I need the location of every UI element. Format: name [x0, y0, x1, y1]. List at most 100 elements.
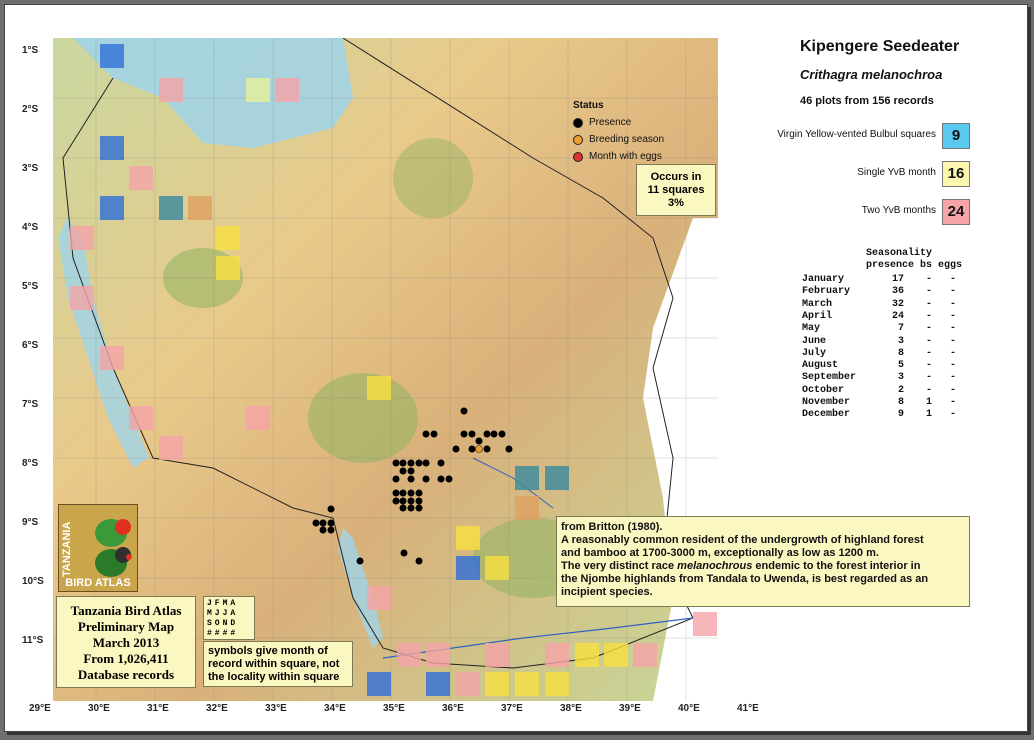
- two-yvb-square: [159, 436, 183, 460]
- seasonality-subheading: presence bs eggs: [866, 260, 963, 271]
- two-yvb-square: [100, 346, 124, 370]
- presence-cell: 36: [891, 286, 904, 298]
- breeding-icon: [573, 134, 583, 145]
- scientific-name: Crithagra melanochroa: [800, 67, 943, 82]
- latitude-label: 11°S: [22, 635, 44, 646]
- month-cell: April: [802, 310, 833, 322]
- presence-dot: [505, 445, 513, 453]
- longitude-label: 30°E: [88, 703, 110, 714]
- prelim-line: March 2013: [92, 635, 160, 650]
- eggs-icon: [573, 151, 583, 162]
- presence-dot: [483, 430, 491, 438]
- eggs-cell: -: [950, 274, 957, 285]
- two-yvb-square: [456, 672, 480, 696]
- latitude-label: 6°S: [22, 340, 39, 351]
- two-yvb-square: [188, 196, 212, 220]
- breeding-dot: [475, 445, 483, 453]
- note-text: endemic to the forest interior in: [752, 560, 921, 572]
- eggs-cell: -: [950, 298, 957, 310]
- prelim-line: Database records: [77, 667, 175, 682]
- presence-dot: [399, 497, 407, 505]
- legend-value: 16: [942, 161, 970, 187]
- eggs-cell: -: [950, 360, 957, 372]
- presence-cell: 2: [897, 384, 904, 396]
- longitude-label: 39°E: [619, 703, 641, 714]
- note-italic: melanochrous: [677, 560, 753, 572]
- preliminary-box: Tanzania Bird Atlas Preliminary Map Marc…: [56, 596, 196, 688]
- presence-dot: [327, 519, 335, 527]
- presence-dot: [483, 445, 491, 453]
- presence-dot: [437, 459, 445, 467]
- note-line: The very distinct race melanochrous ende…: [561, 560, 965, 573]
- month-cell: July: [802, 347, 827, 359]
- presence-dot: [407, 475, 415, 483]
- presence-cell: 8: [897, 347, 904, 359]
- latitude-label: 10°S: [22, 576, 44, 587]
- longitude-label: 41°E: [737, 703, 759, 714]
- presence-dot: [415, 504, 423, 512]
- longitude-label: 33°E: [265, 703, 287, 714]
- single-yvb-square: [456, 526, 480, 550]
- two-yvb-square: [275, 78, 299, 102]
- eggs-cell: -: [950, 347, 957, 359]
- presence-dot: [422, 459, 430, 467]
- legend-value: 9: [942, 123, 970, 149]
- prelim-line: Tanzania Bird Atlas: [70, 603, 182, 618]
- presence-dot: [399, 504, 407, 512]
- note-line: and bamboo at 1700-3000 m, exceptionally…: [561, 547, 879, 559]
- two-yvb-square: [159, 78, 183, 102]
- single-yvb-square: [515, 672, 539, 696]
- virgin-yvb-square: [367, 672, 391, 696]
- two-yvb-square: [246, 406, 270, 430]
- presence-dot: [392, 459, 400, 467]
- month-cell: October: [802, 384, 845, 396]
- longitude-label: 29°E: [29, 703, 51, 714]
- longitude-label: 35°E: [383, 703, 405, 714]
- presence-dot: [399, 459, 407, 467]
- month-cell: January: [802, 274, 845, 285]
- bs-cell: -: [926, 286, 933, 298]
- bs-cell: -: [926, 360, 933, 372]
- month-cell: March: [802, 298, 833, 310]
- longitude-label: 31°E: [147, 703, 169, 714]
- note-line: from Britton (1980).: [561, 521, 663, 533]
- presence-dot: [452, 445, 460, 453]
- presence-cell: 8: [897, 397, 904, 408]
- britton-note: from Britton (1980). A reasonably common…: [556, 516, 970, 607]
- presence-dot: [407, 489, 415, 497]
- legend-value: 24: [942, 199, 970, 225]
- presence-dot: [490, 430, 498, 438]
- bs-cell: -: [926, 274, 933, 285]
- presence-icon: [573, 117, 583, 128]
- two-yvb-square: [633, 643, 657, 667]
- presence-dot: [356, 557, 364, 565]
- latitude-label: 3°S: [22, 163, 39, 174]
- longitude-label: 38°E: [560, 703, 582, 714]
- status-item-breeding: Breeding season: [573, 134, 664, 145]
- presence-dot: [415, 459, 423, 467]
- month-cell: September: [802, 372, 857, 384]
- presence-dot: [392, 497, 400, 505]
- latitude-label: 4°S: [22, 222, 39, 233]
- virgin-yvb-square: [100, 196, 124, 220]
- presence-dot: [392, 489, 400, 497]
- eggs-cell: -: [950, 409, 957, 421]
- two-yvb-square: [693, 612, 717, 636]
- note-line: the Njombe highlands from Tandala to Uwe…: [561, 573, 929, 585]
- eggs-cell: -: [950, 310, 957, 322]
- atlas-logo: TANZANIA BIRD ATLAS: [58, 504, 138, 592]
- presence-dot: [407, 467, 415, 475]
- single-yvb-square: [575, 643, 599, 667]
- single-yvb-square: [485, 556, 509, 580]
- presence-dot: [445, 475, 453, 483]
- single-yvb-square: [604, 643, 628, 667]
- status-heading: Status: [573, 100, 604, 111]
- occurs-box: Occurs in 11 squares 3%: [636, 164, 716, 216]
- presence-dot: [415, 497, 423, 505]
- presence-dot: [422, 430, 430, 438]
- logo-bottom-text: BIRD ATLAS: [65, 577, 131, 589]
- virgin-yvb-square: [515, 466, 539, 490]
- presence-cell: 3: [897, 372, 904, 384]
- protected-area: [308, 373, 418, 463]
- status-item-presence: Presence: [573, 117, 664, 128]
